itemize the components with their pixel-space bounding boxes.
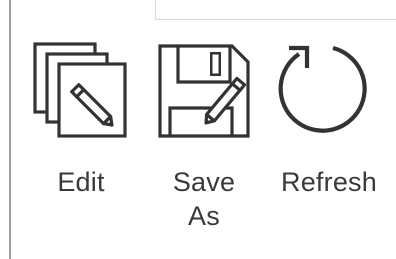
save-as-icon bbox=[158, 44, 250, 138]
refresh-icon bbox=[278, 45, 367, 133]
save-as-button[interactable]: Save As bbox=[146, 38, 262, 233]
edit-stack-icon bbox=[33, 42, 127, 138]
refresh-label: Refresh bbox=[281, 167, 377, 197]
refresh-button[interactable]: Refresh bbox=[271, 38, 387, 199]
ribbon-group: Edit Save As Refresh bbox=[0, 0, 396, 259]
top-panel-edge bbox=[155, 0, 396, 20]
edit-button[interactable]: Edit bbox=[25, 38, 137, 199]
save-as-label-line1: Save bbox=[172, 167, 236, 197]
save-as-label-line2: As bbox=[188, 201, 220, 231]
edit-label: Edit bbox=[57, 167, 105, 197]
group-divider bbox=[9, 0, 11, 259]
save-as-label: Save As bbox=[173, 165, 235, 233]
